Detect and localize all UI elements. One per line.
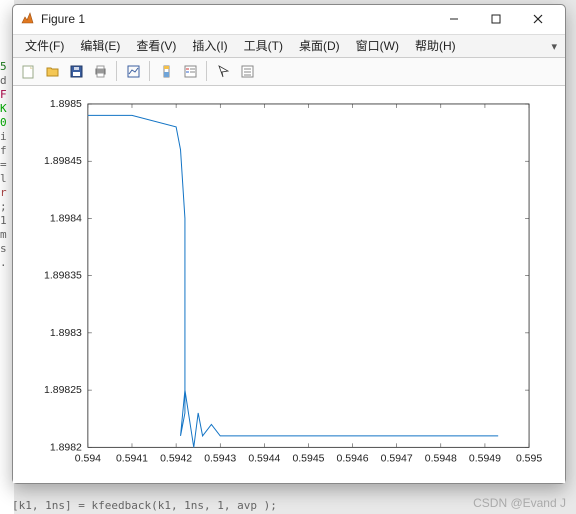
toolbar-separator bbox=[116, 61, 117, 81]
svg-text:1.89825: 1.89825 bbox=[44, 385, 82, 396]
svg-text:1.89835: 1.89835 bbox=[44, 270, 82, 281]
print-button[interactable] bbox=[89, 60, 111, 82]
svg-text:0.5947: 0.5947 bbox=[381, 453, 413, 464]
close-button[interactable] bbox=[517, 5, 559, 33]
titlebar: Figure 1 bbox=[13, 5, 565, 35]
window-title: Figure 1 bbox=[41, 12, 433, 26]
menu-insert[interactable]: 插入(I) bbox=[184, 35, 235, 56]
menu-edit[interactable]: 编辑(E) bbox=[72, 35, 128, 56]
save-button[interactable] bbox=[65, 60, 87, 82]
svg-text:0.5949: 0.5949 bbox=[469, 453, 501, 464]
toolbar-separator bbox=[206, 61, 207, 81]
menu-file[interactable]: 文件(F) bbox=[17, 35, 72, 56]
svg-text:0.594: 0.594 bbox=[75, 453, 101, 464]
svg-text:0.5945: 0.5945 bbox=[292, 453, 324, 464]
link-plot-button[interactable] bbox=[122, 60, 144, 82]
open-property-inspector-button[interactable] bbox=[236, 60, 258, 82]
svg-text:1.89845: 1.89845 bbox=[44, 156, 82, 167]
svg-text:0.5943: 0.5943 bbox=[204, 453, 236, 464]
watermark-text: CSDN @Evand J bbox=[473, 496, 566, 510]
edit-plot-button[interactable] bbox=[212, 60, 234, 82]
maximize-button[interactable] bbox=[475, 5, 517, 33]
insert-legend-button[interactable] bbox=[179, 60, 201, 82]
menu-desktop[interactable]: 桌面(D) bbox=[291, 35, 348, 56]
svg-text:1.8983: 1.8983 bbox=[50, 328, 82, 339]
menu-window[interactable]: 窗口(W) bbox=[348, 35, 407, 56]
menu-tools[interactable]: 工具(T) bbox=[236, 35, 291, 56]
axes-area[interactable]: 0.594 0.5941 0.5942 0.5943 0.5944 0.5945 0.594… bbox=[13, 86, 565, 483]
matlab-icon bbox=[19, 11, 35, 27]
toolbar-separator bbox=[149, 61, 150, 81]
svg-text:0.595: 0.595 bbox=[516, 453, 542, 464]
open-button[interactable] bbox=[41, 60, 63, 82]
background-code-bottom: [k1, 1ns] = kfeedback(k1, 1ns, 1, avp ); bbox=[12, 499, 277, 512]
menu-overflow-button[interactable]: ▾ bbox=[547, 38, 561, 55]
new-figure-button[interactable] bbox=[17, 60, 39, 82]
menubar: 文件(F) 编辑(E) 查看(V) 插入(I) 工具(T) 桌面(D) 窗口(W… bbox=[13, 35, 565, 59]
svg-text:0.5944: 0.5944 bbox=[248, 453, 280, 464]
svg-text:0.5948: 0.5948 bbox=[425, 453, 457, 464]
svg-text:1.8982: 1.8982 bbox=[50, 442, 82, 453]
chart-svg: 0.594 0.5941 0.5942 0.5943 0.5944 0.5945 0.594… bbox=[13, 86, 565, 483]
svg-text:0.5942: 0.5942 bbox=[160, 453, 192, 464]
svg-text:1.8985: 1.8985 bbox=[50, 99, 82, 110]
menu-help[interactable]: 帮助(H) bbox=[407, 35, 464, 56]
insert-colorbar-button[interactable] bbox=[155, 60, 177, 82]
figure-window: Figure 1 文件(F) 编辑(E) 查看(V) 插入(I) 工具(T) 桌… bbox=[12, 4, 566, 484]
svg-text:0.5941: 0.5941 bbox=[116, 453, 148, 464]
menu-view[interactable]: 查看(V) bbox=[128, 35, 184, 56]
svg-text:0.5946: 0.5946 bbox=[337, 453, 369, 464]
toolbar bbox=[13, 58, 565, 86]
svg-text:1.8984: 1.8984 bbox=[50, 213, 82, 224]
minimize-button[interactable] bbox=[433, 5, 475, 33]
